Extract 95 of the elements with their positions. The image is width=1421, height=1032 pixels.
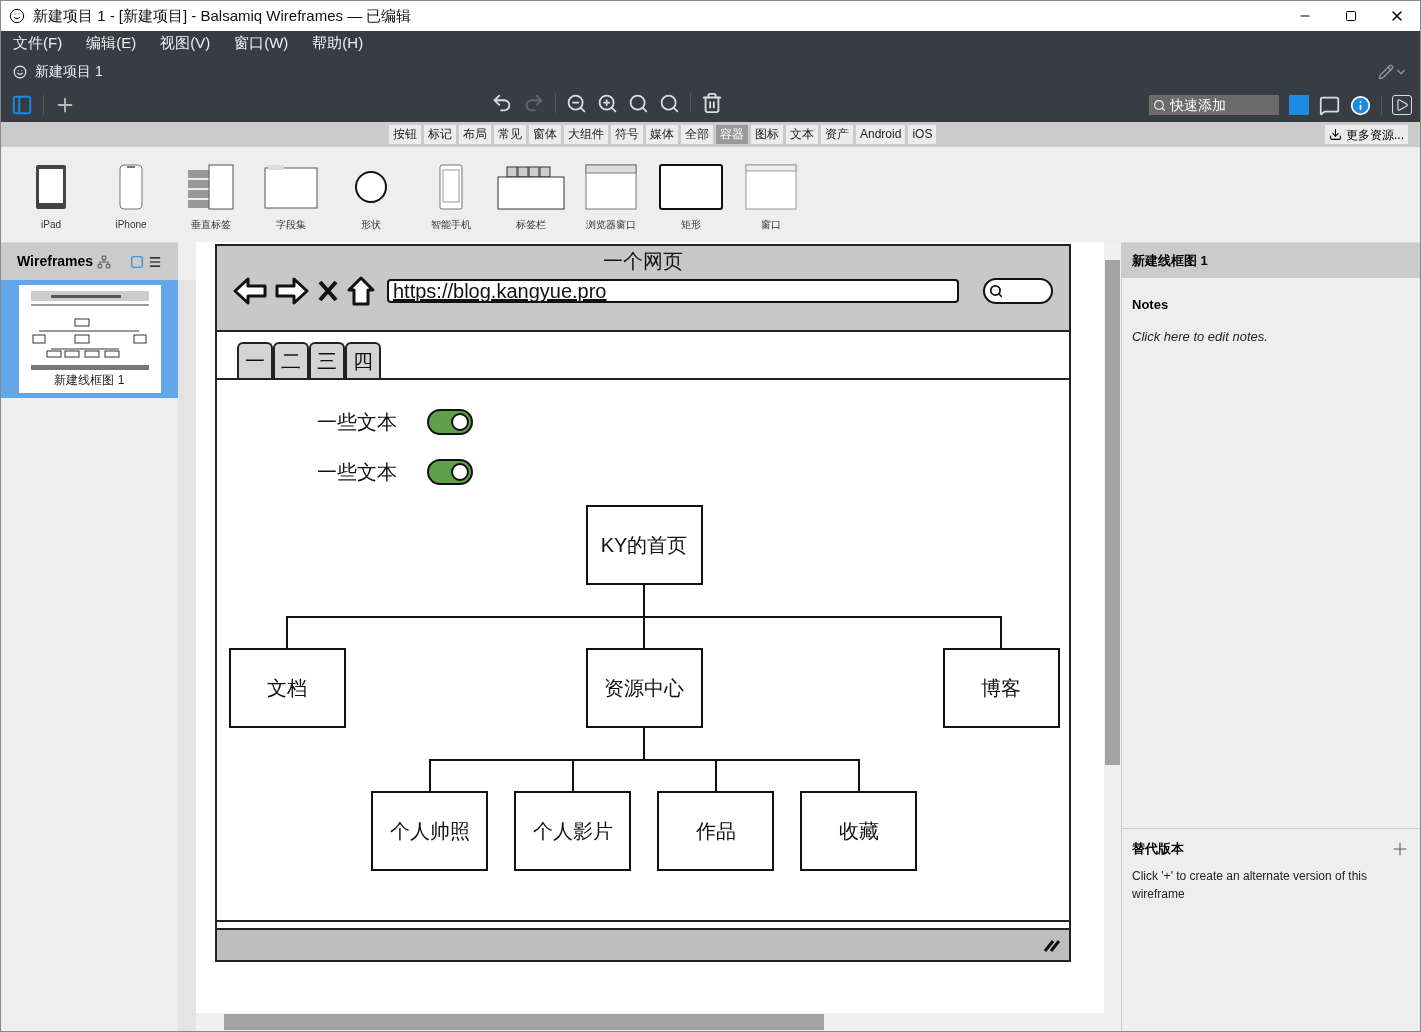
notes-heading: Notes xyxy=(1132,296,1170,314)
zoom-in-icon[interactable] xyxy=(597,92,618,114)
project-tab[interactable]: 新建项目 1 xyxy=(13,61,103,82)
phone-icon xyxy=(119,164,143,210)
component-label[interactable]: 垂直标签 xyxy=(191,217,231,232)
diagram-node: 收藏 xyxy=(800,791,917,871)
category-tab[interactable]: 大组件 xyxy=(564,125,608,144)
search-icon xyxy=(1153,98,1166,112)
resize-grip-icon xyxy=(1043,937,1061,953)
list-view-icon[interactable] xyxy=(148,254,162,269)
circle-icon xyxy=(354,170,388,204)
menu-item[interactable]: 编辑(E) xyxy=(86,31,137,55)
component-label[interactable]: 窗口 xyxy=(761,217,781,232)
window-icon xyxy=(745,164,797,210)
menu-item[interactable]: 视图(V) xyxy=(160,31,211,55)
menu-item[interactable]: 帮助(H) xyxy=(312,31,364,55)
undo-icon[interactable] xyxy=(491,92,513,114)
diagram-node: 作品 xyxy=(657,791,774,871)
wireframe-name: 新建线框图 1 xyxy=(1132,251,1208,270)
comment-icon[interactable] xyxy=(1319,94,1340,116)
vertical-tabs-icon xyxy=(187,164,235,210)
category-tab[interactable]: 按钮 xyxy=(389,125,421,144)
category-tab[interactable]: 文本 xyxy=(786,125,818,144)
tablet-icon xyxy=(35,164,67,210)
app-icon xyxy=(9,8,25,24)
category-tab[interactable]: 窗体 xyxy=(529,125,561,144)
diagram-node: 资源中心 xyxy=(585,648,703,728)
back-arrow-icon xyxy=(233,276,267,306)
alternates-heading: 替代版本 xyxy=(1132,840,1184,859)
component-label[interactable]: iPhone xyxy=(115,217,147,232)
info-icon[interactable] xyxy=(1350,94,1371,116)
zoom-out-icon[interactable] xyxy=(566,92,587,114)
project-icon xyxy=(13,64,27,79)
tab-bar-icon xyxy=(497,164,565,210)
panel-title: Wireframes xyxy=(17,252,94,271)
download-icon xyxy=(1329,128,1342,141)
page-title: 一个网页 xyxy=(603,249,683,274)
tab[interactable]: 三 xyxy=(309,342,345,378)
diagram-node: KY的首页 xyxy=(585,505,703,585)
category-tab[interactable]: 布局 xyxy=(459,125,491,144)
component-label[interactable]: 字段集 xyxy=(276,217,306,232)
category-tab[interactable]: 符号 xyxy=(611,125,643,144)
component-label[interactable]: 浏览器窗口 xyxy=(586,217,636,232)
toggle-switch[interactable] xyxy=(427,409,473,435)
tab[interactable]: 一 xyxy=(237,342,273,378)
home-icon xyxy=(347,276,375,306)
quick-add-input[interactable]: 快速添加 xyxy=(1170,94,1275,116)
search-field[interactable] xyxy=(983,278,1053,304)
panel-toggle-icon[interactable] xyxy=(11,94,33,116)
menu-item[interactable]: 文件(F) xyxy=(13,31,63,55)
component-label[interactable]: 标签栏 xyxy=(516,217,546,232)
category-tab[interactable]: Android xyxy=(856,125,906,144)
category-tab[interactable]: 标记 xyxy=(424,125,456,144)
tab[interactable]: 二 xyxy=(273,342,309,378)
toggle-label: 一些文本 xyxy=(316,460,397,485)
panel-scrollbar[interactable] xyxy=(178,280,196,1031)
pencil-icon[interactable] xyxy=(1378,63,1394,80)
search-icon xyxy=(989,284,1003,298)
branch-icon[interactable] xyxy=(97,254,112,269)
toggle-switch[interactable] xyxy=(427,459,473,485)
close-icon xyxy=(317,279,339,303)
trash-icon[interactable] xyxy=(701,92,723,114)
category-tab[interactable]: 媒体 xyxy=(646,125,678,144)
fieldset-icon xyxy=(264,164,318,210)
maximize-icon[interactable] xyxy=(1345,10,1357,22)
window-title: 新建项目 1 - [新建项目] - Balsamiq Wireframes — 已编辑 xyxy=(33,5,412,26)
canvas[interactable]: 一个网页 https://blog.kangyue.pro 一 二 三 四 一些文本 一些文本 KY的首页 文档 资源中心 个人帅照 个人影片 作品 收藏 博客 xyxy=(196,242,1104,1013)
smartphone-icon xyxy=(439,164,463,210)
more-resources-button[interactable]: 更多资源... xyxy=(1325,125,1408,144)
menu-item[interactable]: 窗口(W) xyxy=(234,31,289,55)
play-icon[interactable] xyxy=(1392,95,1412,115)
category-tab[interactable]: 常见 xyxy=(494,125,526,144)
forward-arrow-icon xyxy=(275,276,309,306)
diagram-node: 个人帅照 xyxy=(371,791,488,871)
quick-add-field[interactable]: 快速添加 xyxy=(1149,95,1279,115)
category-tab[interactable]: 资产 xyxy=(821,125,853,144)
wireframe-thumbnail[interactable]: 新建线框图 1 xyxy=(1,280,178,398)
tab[interactable]: 四 xyxy=(345,342,381,378)
category-tab[interactable]: iOS xyxy=(908,125,937,144)
diagram-node: 个人影片 xyxy=(514,791,631,871)
diagram-node: 文档 xyxy=(228,648,346,728)
url-field[interactable]: https://blog.kangyue.pro xyxy=(387,279,959,303)
category-tab[interactable]: 图标 xyxy=(751,125,783,144)
notes-placeholder[interactable]: Click here to edit notes. xyxy=(1132,326,1410,346)
diagram-node: 博客 xyxy=(942,648,1060,728)
component-label[interactable]: 智能手机 xyxy=(431,217,471,232)
component-label[interactable]: 形状 xyxy=(361,217,381,232)
component-label[interactable]: iPad xyxy=(41,217,61,232)
alternates-hint: Click '+' to create an alternate version of this wireframe xyxy=(1132,868,1369,903)
rectangle-icon xyxy=(659,164,723,210)
browser-window-icon xyxy=(585,164,637,210)
component-label[interactable]: 矩形 xyxy=(681,217,701,232)
toggle-label: 一些文本 xyxy=(316,410,397,435)
wireframe-label: 新建线框图 1 xyxy=(54,372,125,389)
category-tab[interactable]: 全部 xyxy=(681,125,713,144)
